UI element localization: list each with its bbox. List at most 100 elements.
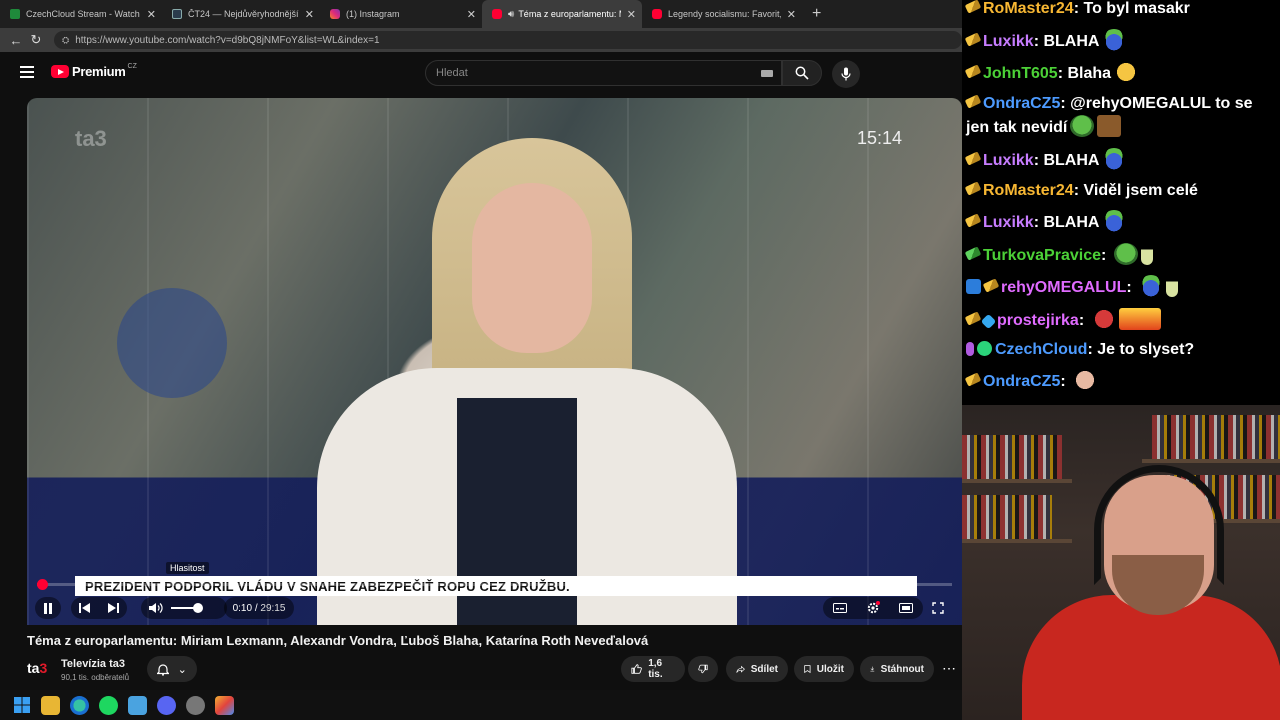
tab-instagram[interactable]: (1) Instagram ✕	[320, 0, 482, 28]
bookmark-icon	[804, 665, 811, 674]
address-bar-row: ← ↻ ⛭ https://www.youtube.com/watch?v=d9…	[0, 28, 962, 52]
search-icon	[795, 66, 809, 80]
pepe-emote-icon	[1070, 115, 1095, 137]
video-player[interactable]: ta3 15:14 PREZIDENT PODPORIL VLÁDU V SNA…	[27, 98, 962, 625]
close-icon[interactable]: ✕	[627, 8, 636, 21]
download-icon	[870, 666, 875, 672]
chat-text: Je to slyset?	[1097, 341, 1195, 358]
next-icon[interactable]	[107, 603, 119, 613]
chat-text: BLAHA	[1043, 33, 1100, 50]
chat-username[interactable]: Luxikk	[983, 214, 1034, 231]
chat-username[interactable]: prostejirka	[997, 312, 1079, 329]
address-bar[interactable]: ⛭ https://www.youtube.com/watch?v=d9bQ8j…	[54, 31, 962, 49]
settings-gear-icon[interactable]	[866, 601, 880, 615]
progress-bar[interactable]	[37, 579, 952, 590]
pause-button[interactable]	[35, 597, 61, 619]
chat-username[interactable]: RoMaster24	[983, 182, 1074, 199]
broadcaster-mic-badge-icon	[966, 342, 974, 356]
keyboard-icon[interactable]	[761, 70, 773, 77]
youtube-favicon-icon	[652, 9, 662, 19]
share-button[interactable]: Sdílet	[726, 656, 788, 682]
save-button[interactable]: Uložit	[794, 656, 854, 682]
chat-message: prostejirka:	[964, 308, 1278, 332]
pepe-emote-icon	[1102, 210, 1127, 232]
copilot-icon[interactable]	[215, 695, 234, 715]
chat-username[interactable]: OndraCZ5	[983, 373, 1060, 390]
thumbs-up-icon	[631, 664, 642, 674]
chat-username[interactable]: OndraCZ5	[983, 95, 1060, 112]
dislike-button[interactable]	[688, 656, 718, 682]
previous-icon[interactable]	[79, 603, 91, 613]
moderator-badge-icon	[964, 32, 982, 47]
subtitles-icon[interactable]	[832, 603, 847, 613]
menu-icon[interactable]	[20, 66, 34, 78]
time-total: 29:15	[260, 602, 286, 614]
chat-username[interactable]: JohnT605	[983, 65, 1058, 82]
chat-text: To byl masakr	[1083, 0, 1190, 17]
tab-czechcloud[interactable]: CzechCloud Stream - Watch Live o ✕	[0, 0, 162, 28]
pepe-emote-icon	[1139, 275, 1164, 297]
channel-name[interactable]: Televízia ta3	[61, 658, 125, 670]
fullscreen-button[interactable]	[929, 597, 947, 619]
file-explorer-icon[interactable]	[41, 695, 60, 715]
chat-message: Luxikk: BLAHA	[964, 29, 1278, 53]
shelf-decor	[1142, 459, 1280, 463]
tab-title: Téma z europarlamentu: Miriam	[518, 9, 620, 19]
spotify-icon[interactable]	[99, 695, 118, 715]
volume-slider-knob[interactable]	[193, 603, 203, 613]
edge-browser-icon[interactable]	[70, 695, 89, 715]
volume-icon[interactable]	[149, 602, 165, 614]
twitter-bird-icon[interactable]	[128, 695, 147, 715]
like-button[interactable]: 1,6 tis.	[621, 656, 685, 682]
download-button[interactable]: Stáhnout	[860, 656, 934, 682]
tab-legendy[interactable]: Legendy socialismu: Favorit, Botas ✕	[642, 0, 802, 28]
chat-username[interactable]: RoMaster24	[983, 0, 1074, 17]
moderator-badge-icon	[964, 181, 982, 196]
close-icon[interactable]: ✕	[467, 8, 476, 21]
search-button[interactable]	[782, 60, 822, 86]
close-icon[interactable]: ✕	[147, 8, 156, 21]
share-icon	[736, 665, 745, 673]
site-info-icon[interactable]: ⛭	[62, 35, 69, 46]
subscriber-count: 90,1 tis. odběratelů	[61, 673, 130, 682]
more-actions-icon[interactable]: ⋯	[942, 660, 956, 677]
theater-mode-icon[interactable]	[899, 603, 914, 613]
microphone-icon	[841, 67, 851, 81]
obs-icon[interactable]	[186, 695, 205, 715]
close-icon[interactable]: ✕	[787, 8, 796, 21]
share-label: Sdílet	[750, 663, 778, 675]
pepe-emote-icon	[1102, 29, 1127, 51]
youtube-play-icon	[51, 65, 69, 78]
tab-youtube-active[interactable]: 🔊︎ Téma z europarlamentu: Miriam ✕	[482, 0, 642, 28]
windows-start-icon[interactable]	[12, 696, 31, 715]
search-input[interactable]	[436, 67, 736, 79]
shelf-decor	[962, 479, 1072, 483]
chat-message: RoMaster24: Viděl jsem celé	[964, 179, 1278, 202]
discord-icon[interactable]	[157, 695, 176, 715]
tab-ct24[interactable]: ČT24 — Nejdůvěryhodnější zpravo ✕	[162, 0, 320, 28]
back-icon[interactable]: ←	[6, 30, 26, 50]
youtube-header: Premium CZ	[0, 52, 962, 96]
new-tab-icon[interactable]: +	[812, 5, 821, 23]
chat-username[interactable]: TurkovaPravice	[983, 247, 1101, 264]
channel-logo-text: ta	[27, 660, 40, 676]
chat-username[interactable]: Luxikk	[983, 33, 1034, 50]
subscribed-bell-button[interactable]: ⌄	[147, 656, 197, 682]
video-title: Téma z europarlamentu: Miriam Lexmann, A…	[27, 633, 649, 648]
chat-username[interactable]: CzechCloud	[995, 341, 1087, 358]
speaker-icon[interactable]: 🔊︎	[508, 9, 514, 20]
channel-watermark: ta3	[75, 126, 107, 151]
chat-username[interactable]: Luxikk	[983, 152, 1034, 169]
channel-avatar[interactable]: ta3	[27, 660, 53, 678]
chat-message: RoMaster24: To byl masakr	[964, 0, 1278, 20]
voice-search-button[interactable]	[832, 60, 860, 88]
bell-icon	[157, 663, 170, 676]
chat-message: Luxikk: BLAHA	[964, 210, 1278, 234]
close-icon[interactable]: ✕	[305, 8, 314, 21]
youtube-logo[interactable]: Premium CZ	[51, 63, 137, 79]
logo-text: Premium	[72, 64, 126, 79]
chat-username[interactable]: rehyOMEGALUL	[1001, 279, 1126, 296]
country-code: CZ	[127, 63, 137, 70]
reload-icon[interactable]: ↻	[26, 30, 46, 50]
download-label: Stáhnout	[880, 663, 924, 675]
